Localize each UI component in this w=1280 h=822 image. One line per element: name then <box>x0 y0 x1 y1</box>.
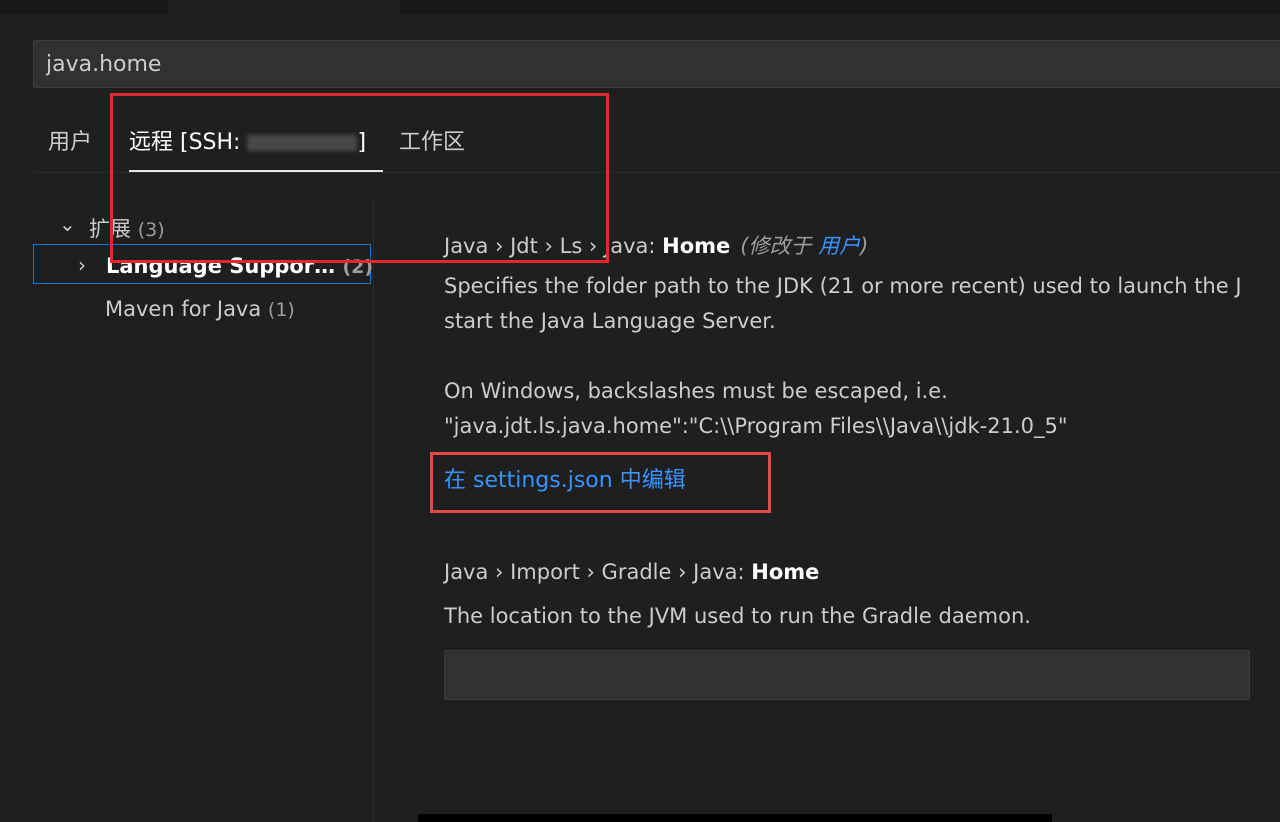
settings-list: Java › Jdt › Ls › Java: Home (修改于 用户) Spe… <box>444 200 1280 822</box>
chevron-right-icon: › <box>78 253 86 277</box>
setting-description: Specifies the folder path to the JDK (21… <box>444 274 1242 298</box>
tree-item-label: Language Suppor… (2) <box>106 254 374 278</box>
tree-item-label: Maven for Java (1) <box>105 297 295 321</box>
active-tab-indicator <box>129 170 383 172</box>
chevron-down-icon: ⌄ <box>59 212 76 236</box>
tab-remote-prefix: 远程 [SSH: <box>129 130 248 155</box>
gradle-java-home-input[interactable] <box>444 650 1250 700</box>
redacted-host <box>247 135 358 151</box>
modified-indicator: (修改于 用户) <box>740 234 869 258</box>
settings-scope-tabs: 用户 远程 [SSH: ] 工作区 <box>33 110 1280 173</box>
settings-search-input[interactable] <box>46 41 1246 87</box>
setting-description: start the Java Language Server. <box>444 309 776 333</box>
tree-item-extensions[interactable]: ⌄ 扩展 (3) <box>33 204 371 244</box>
modified-scope-link[interactable]: 用户 <box>818 234 860 258</box>
editor-tab-strip <box>0 0 1280 14</box>
edit-in-settings-json-link[interactable]: 在 settings.json 中编辑 <box>444 462 686 494</box>
tree-item-language-support[interactable]: › Language Suppor… (2) <box>33 244 374 284</box>
tab-workspace[interactable]: 工作区 <box>399 124 465 156</box>
bottom-strip <box>418 814 1052 822</box>
setting-description: On Windows, backslashes must be escaped,… <box>444 379 948 403</box>
tab-user[interactable]: 用户 <box>48 124 92 156</box>
editor-tab[interactable] <box>168 0 400 14</box>
tree-item-maven[interactable]: Maven for Java (1) <box>33 288 371 328</box>
settings-search-box[interactable] <box>33 40 1280 88</box>
setting-title-jdt-home: Java › Jdt › Ls › Java: Home (修改于 用户) <box>444 234 869 258</box>
setting-description: "java.jdt.ls.java.home":"C:\\Program Fil… <box>444 414 1068 438</box>
settings-toc-tree: ⌄ 扩展 (3) › Language Suppor… (2) Maven fo… <box>33 200 374 822</box>
setting-title-gradle-home: Java › Import › Gradle › Java: Home <box>444 560 820 584</box>
setting-description: The location to the JVM used to run the … <box>444 604 1031 628</box>
tab-remote-suffix: ] <box>357 130 367 155</box>
tree-item-label: 扩展 (3) <box>89 217 165 241</box>
tab-remote[interactable]: 远程 [SSH: ] <box>129 124 366 156</box>
